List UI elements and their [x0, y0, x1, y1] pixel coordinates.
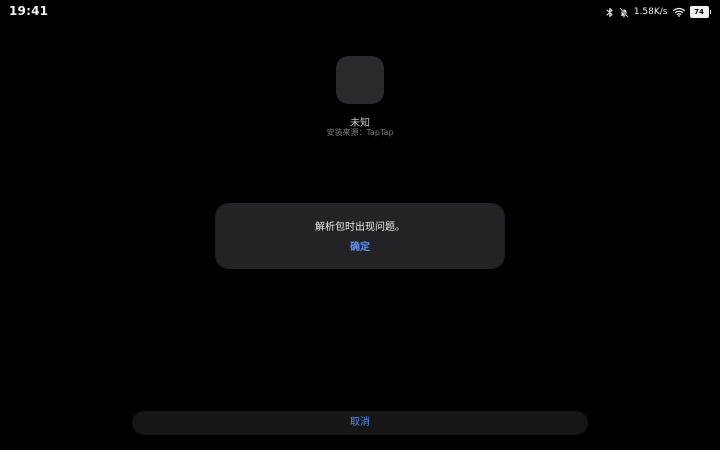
battery-tip [709, 10, 711, 14]
battery-icon: 74 [689, 6, 711, 18]
mute-icon [619, 6, 629, 18]
error-dialog: 解析包时出现问题。 确定 [215, 203, 505, 269]
cancel-button[interactable]: 取消 [132, 411, 588, 435]
wifi-icon [672, 7, 685, 17]
status-time: 19:41 [9, 4, 49, 18]
confirm-button[interactable]: 确定 [330, 239, 390, 257]
installer-screen: 19:41 1.58K/s 74 未知 安装来源：TapTap 解析包时出现问题… [0, 0, 720, 450]
net-speed: 1.58K/s [633, 7, 668, 17]
battery-level: 74 [689, 6, 709, 18]
bluetooth-icon [606, 7, 614, 18]
status-icons: 1.58K/s 74 [606, 5, 711, 19]
install-source: 安装来源：TapTap [326, 128, 394, 137]
dialog-message: 解析包时出现问题。 [315, 222, 405, 233]
app-icon [336, 56, 384, 104]
